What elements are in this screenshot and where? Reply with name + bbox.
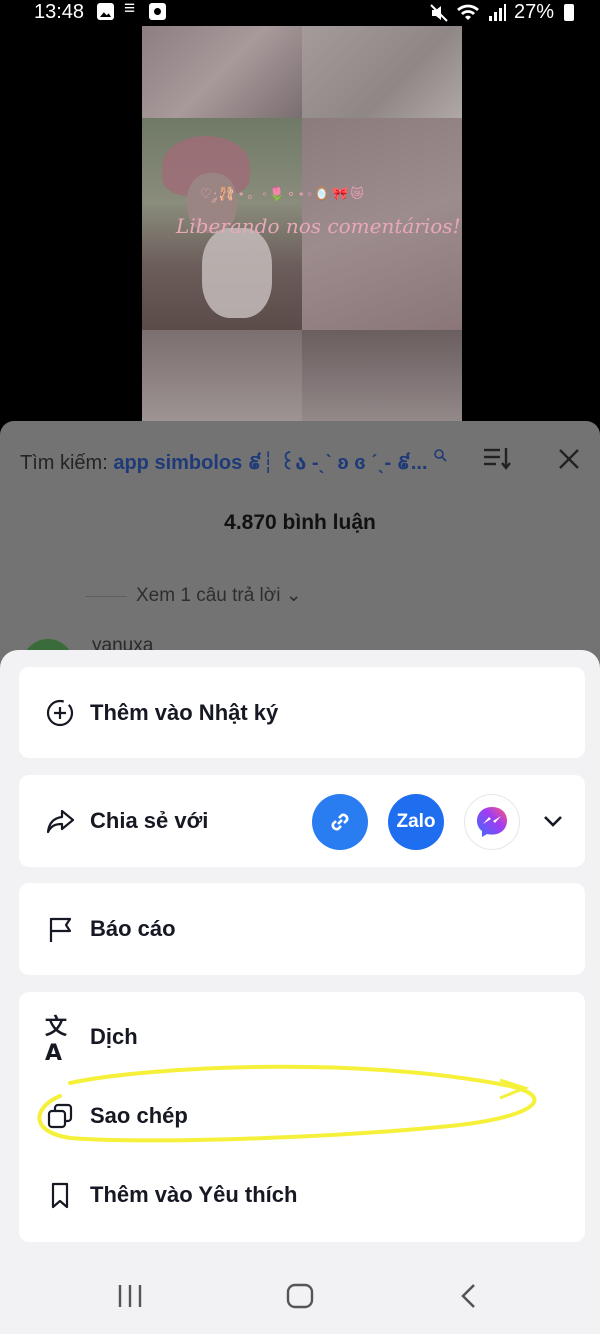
copy-label: Sao chép	[90, 1103, 188, 1128]
card-report: Báo cáo	[19, 883, 585, 975]
back-icon[interactable]	[458, 1282, 480, 1310]
battery-percent: 27%	[513, 1, 554, 23]
divider	[85, 596, 127, 597]
messenger-icon	[477, 807, 507, 837]
share-with-label: Chia sẻ với	[90, 808, 209, 833]
chevron-down-icon: ⌄	[285, 585, 302, 606]
video-overlay-text: Liberando nos comentários!	[176, 214, 461, 238]
bookmark-icon	[45, 1180, 75, 1210]
flag-icon	[45, 914, 75, 944]
record-icon	[149, 3, 166, 20]
status-bar: 13:48 27%	[0, 0, 600, 26]
mute-icon	[430, 3, 448, 22]
home-icon[interactable]	[285, 1282, 315, 1310]
sliders-icon	[123, 0, 140, 20]
zalo-label: Zalo	[396, 811, 436, 832]
sort-icon[interactable]	[482, 445, 512, 471]
chevron-down-icon[interactable]	[542, 811, 564, 831]
messenger-share-button[interactable]	[464, 794, 520, 850]
add-to-diary-button[interactable]: Thêm vào Nhật ký	[19, 667, 585, 758]
wifi-icon	[456, 4, 479, 20]
recent-apps-icon[interactable]	[117, 1282, 143, 1310]
add-circle-icon	[45, 698, 75, 728]
view-replies-label: Xem 1 câu trả lời	[136, 585, 281, 606]
search-query-link[interactable]: app simbolos ៩┆ ꒰ა -ˎˋ ʚ ɞ ˊˎ- ៩...	[113, 452, 427, 474]
add-to-diary-label: Thêm vào Nhật ký	[90, 699, 279, 725]
gallery-icon	[97, 3, 114, 20]
share-arrow-icon	[45, 806, 75, 836]
action-sheet: Thêm vào Nhật ký Chia sẻ với Zalo Báo cá…	[0, 650, 600, 1334]
signal-icon	[488, 3, 506, 21]
add-to-favorites-label: Thêm vào Yêu thích	[90, 1182, 298, 1207]
video-emoji-line: ♡·༘🩰⋆。◦🌷∘⋆◦🪞🎀😿	[200, 186, 366, 201]
view-replies-button[interactable]: Xem 1 câu trả lời ⌄	[136, 584, 302, 607]
copy-button[interactable]: Sao chép	[19, 1076, 585, 1156]
translate-button[interactable]: 文A Dịch	[19, 997, 585, 1077]
battery-icon	[564, 4, 574, 21]
status-time: 13:48	[34, 1, 85, 23]
link-icon	[331, 813, 349, 831]
video-collage-tile	[142, 26, 302, 118]
comment-search-suggestion[interactable]: Tìm kiếm: app simbolos ៩┆ ꒰ა -ˎˋ ʚ ɞ ˊˎ-…	[20, 448, 447, 479]
close-icon[interactable]	[556, 446, 582, 472]
system-nav-bar	[0, 1258, 600, 1334]
copy-icon	[45, 1101, 75, 1131]
video-collage-tile	[302, 26, 462, 118]
video-preview[interactable]: ♡·༘🩰⋆。◦🌷∘⋆◦🪞🎀😿 Liberando nos comentários…	[142, 26, 462, 436]
card-share: Chia sẻ với Zalo	[19, 775, 585, 867]
add-to-favorites-button[interactable]: Thêm vào Yêu thích	[19, 1155, 585, 1235]
search-icon	[434, 449, 447, 462]
report-label: Báo cáo	[90, 916, 176, 941]
card-more-actions: 文A Dịch Sao chép Thêm vào Yêu thích	[19, 992, 585, 1242]
copy-link-button[interactable]	[312, 794, 368, 850]
translate-label: Dịch	[90, 1024, 138, 1049]
report-button[interactable]: Báo cáo	[19, 883, 585, 975]
comment-count: 4.870 bình luận	[224, 511, 376, 534]
search-label: Tìm kiếm:	[20, 452, 108, 474]
zalo-share-button[interactable]: Zalo	[388, 794, 444, 850]
share-row[interactable]: Chia sẻ với	[19, 775, 299, 867]
card-diary: Thêm vào Nhật ký	[19, 667, 585, 758]
translate-icon: 文A	[45, 1014, 68, 1066]
